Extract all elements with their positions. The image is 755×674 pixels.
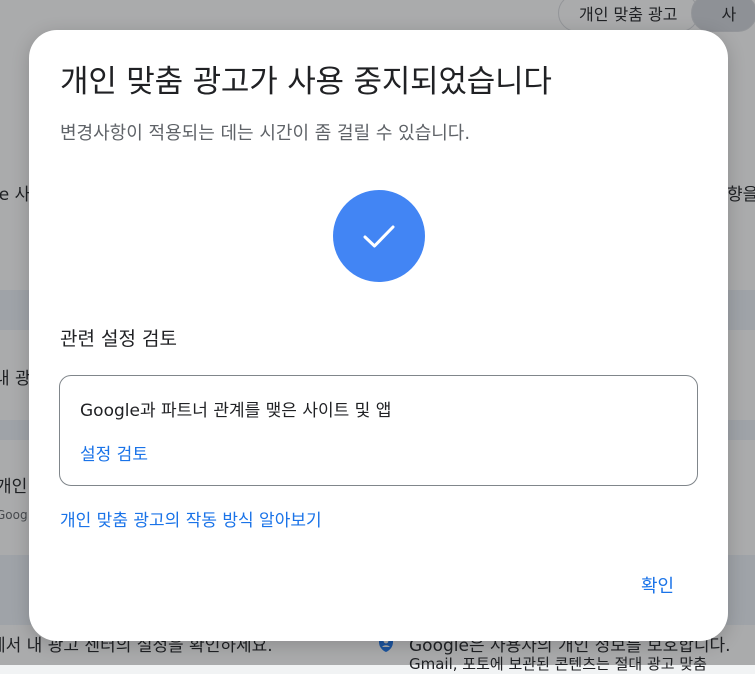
check-icon bbox=[359, 216, 399, 256]
related-settings-heading: 관련 설정 검토 bbox=[60, 324, 177, 351]
learn-how-ads-work-link[interactable]: 개인 맞춤 광고의 작동 방식 알아보기 bbox=[60, 506, 322, 531]
dialog-subtitle: 변경사항이 적용되는 데는 시간이 좀 걸릴 수 있습니다. bbox=[60, 119, 470, 145]
partner-sites-card: Google과 파트너 관계를 맺은 사이트 및 앱 설정 검토 bbox=[59, 375, 698, 486]
success-badge bbox=[333, 190, 425, 282]
partner-sites-label: Google과 파트너 관계를 맺은 사이트 및 앱 bbox=[80, 396, 391, 421]
dialog-title: 개인 맞춤 광고가 사용 중지되었습니다 bbox=[60, 56, 552, 101]
confirm-button[interactable]: 확인 bbox=[625, 563, 690, 607]
review-settings-link[interactable]: 설정 검토 bbox=[80, 440, 148, 465]
ads-personalization-off-dialog: 개인 맞춤 광고가 사용 중지되었습니다 변경사항이 적용되는 데는 시간이 좀… bbox=[29, 30, 728, 641]
